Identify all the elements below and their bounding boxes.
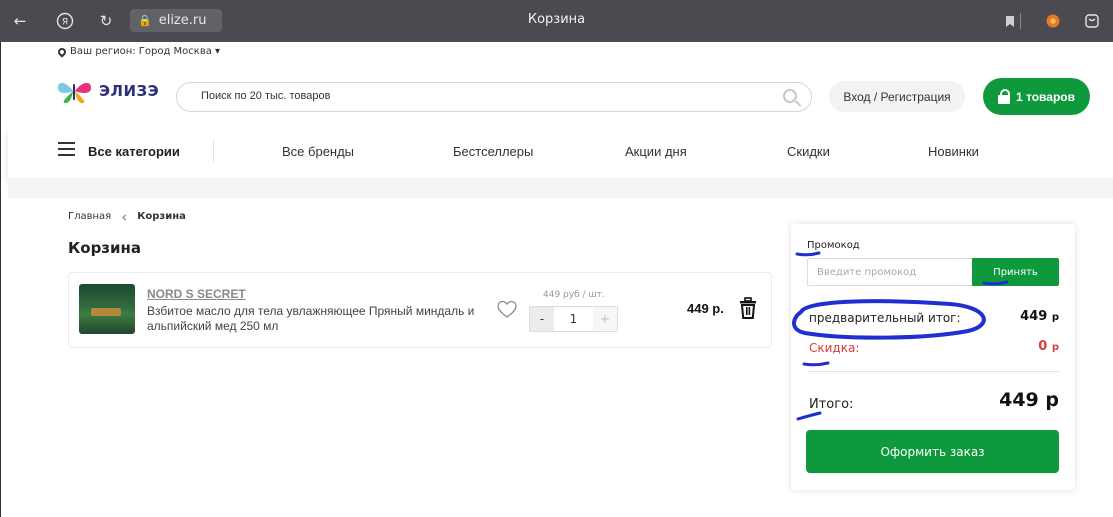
cart-item-row: NORD S SECRET Взбитое масло для тела увл… — [68, 272, 772, 348]
browser-toolbar: ← Я ↻ 🔒 elize.ru Корзина — [0, 0, 1113, 42]
trash-icon[interactable] — [739, 297, 757, 319]
nav-item-brands[interactable]: Все бренды — [282, 144, 354, 159]
region-selector[interactable]: Ваш регион: Город Москва ▾ — [56, 45, 221, 58]
breadcrumb: Главная ‹ Корзина — [68, 207, 186, 226]
search-input[interactable] — [201, 90, 741, 102]
subtotal-amount: 449 — [1020, 309, 1048, 324]
unit-price: 449 руб / шт. — [543, 290, 605, 300]
quantity-value[interactable]: 1 — [554, 307, 593, 331]
hamburger-menu-icon[interactable] — [58, 142, 75, 156]
place-order-button[interactable]: Оформить заказ — [806, 430, 1059, 473]
window-edge — [0, 42, 1, 517]
profile-icon[interactable] — [1082, 11, 1102, 31]
discount-label: Скидка: — [809, 341, 860, 355]
bookmark-icon[interactable] — [1000, 11, 1020, 31]
breadcrumb-home[interactable]: Главная — [68, 211, 111, 222]
nav-item-deals[interactable]: Акции дня — [625, 144, 687, 159]
site-logo[interactable]: ЭЛИЗЭ — [55, 78, 159, 104]
discount-value: 0 р — [1038, 339, 1059, 354]
total-label: Итого: — [809, 397, 854, 412]
search-box[interactable] — [176, 82, 812, 112]
page-title: Корзина — [68, 239, 142, 257]
nav-item-discounts[interactable]: Скидки — [787, 144, 830, 159]
heart-icon[interactable] — [497, 300, 517, 320]
apply-promo-button[interactable]: Принять — [972, 258, 1059, 286]
product-description[interactable]: Взбитое масло для тела увлажняющее Пряны… — [147, 304, 487, 334]
item-total-price: 449 р. — [687, 301, 724, 316]
nav-all-categories[interactable]: Все категории — [88, 144, 180, 159]
quantity-stepper: - 1 + — [529, 306, 618, 332]
subtotal-value: 449 р — [1020, 309, 1059, 324]
discount-amount: 0 — [1038, 339, 1048, 354]
content-background — [8, 178, 1113, 198]
order-summary-panel: Промокод Принять предварительный итог: 4… — [791, 224, 1075, 490]
category-nav: Все категории Все бренды Бестселлеры Акц… — [8, 126, 1113, 178]
quantity-decrease-button[interactable]: - — [530, 307, 554, 331]
toolbar-divider — [1020, 13, 1021, 29]
total-value: 449 р — [999, 389, 1059, 411]
login-register-button[interactable]: Вход / Регистрация — [829, 81, 965, 112]
summary-divider — [807, 371, 1059, 372]
nav-item-new[interactable]: Новинки — [928, 144, 979, 159]
promo-code-label: Промокод — [807, 240, 860, 251]
location-pin-icon — [56, 45, 68, 58]
shopping-bag-icon — [998, 88, 1010, 104]
product-brand-link[interactable]: NORD S SECRET — [147, 287, 246, 301]
extension-icon[interactable] — [1043, 11, 1063, 31]
breadcrumb-current: Корзина — [137, 211, 186, 222]
browser-page-title: Корзина — [527, 12, 586, 27]
logo-text: ЭЛИЗЭ — [99, 82, 160, 100]
promo-code-input[interactable] — [807, 258, 973, 286]
butterfly-logo-icon — [57, 82, 92, 104]
search-icon[interactable] — [783, 89, 797, 103]
quantity-increase-button[interactable]: + — [593, 307, 617, 331]
subtotal-currency: р — [1051, 312, 1059, 323]
subtotal-label: предварительный итог: — [809, 311, 961, 325]
cart-button-label: 1 товаров — [1016, 89, 1075, 104]
discount-currency: р — [1051, 342, 1059, 353]
cart-button[interactable]: 1 товаров — [983, 78, 1090, 115]
region-label: Ваш регион: Город Москва ▾ — [70, 46, 221, 57]
chevron-left-icon: ‹ — [121, 207, 128, 226]
nav-divider — [213, 140, 214, 162]
product-image[interactable] — [79, 284, 135, 334]
nav-item-bestsellers[interactable]: Бестселлеры — [453, 144, 533, 159]
